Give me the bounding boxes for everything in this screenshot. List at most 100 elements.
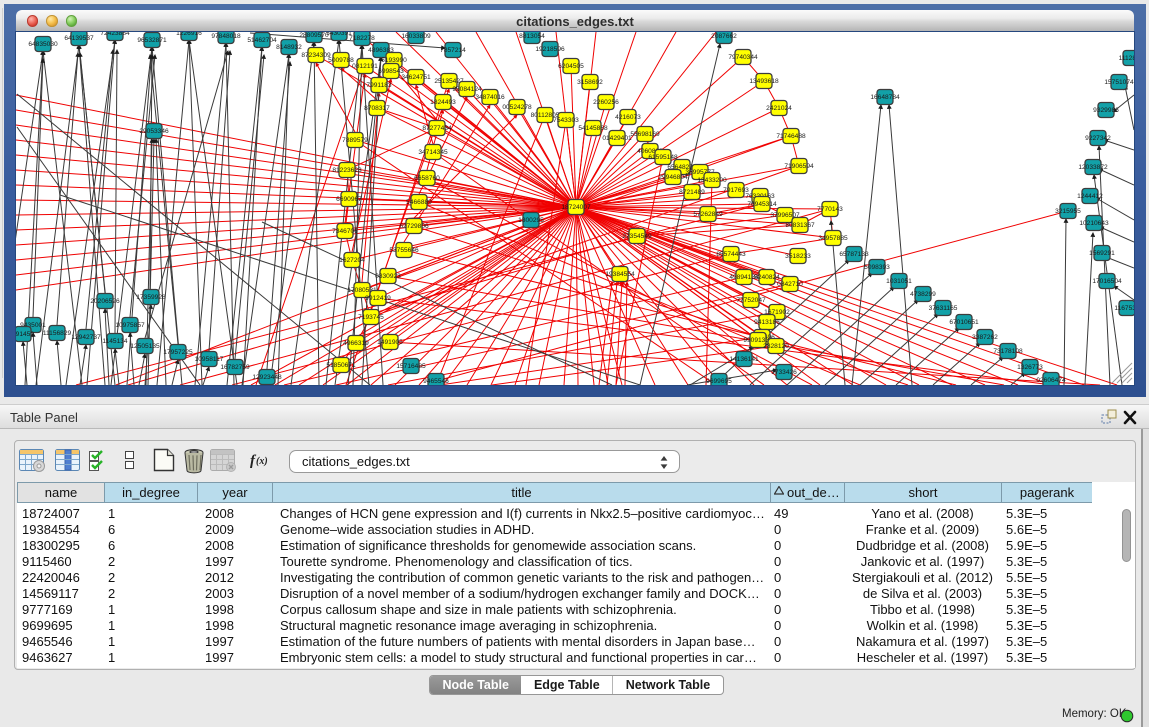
svg-text:9227342: 9227342 <box>1085 135 1111 142</box>
svg-text:96532871: 96532871 <box>137 37 167 44</box>
svg-text:27354549: 27354549 <box>622 233 652 240</box>
svg-text:2421024: 2421024 <box>766 105 792 112</box>
svg-text:73178108: 73178108 <box>993 348 1023 355</box>
svg-text:34874016: 34874016 <box>475 94 505 101</box>
svg-text:891459: 891459 <box>16 331 34 338</box>
svg-text:15716485: 15716485 <box>396 363 426 370</box>
svg-text:62729806: 62729806 <box>399 223 429 230</box>
svg-text:8148932: 8148932 <box>276 44 302 51</box>
svg-text:53755646: 53755646 <box>389 247 419 254</box>
svg-text:16782759: 16782759 <box>220 364 250 371</box>
svg-text:13493618: 13493618 <box>749 78 779 85</box>
svg-text:7182278: 7182278 <box>349 35 375 42</box>
svg-text:55698169: 55698169 <box>630 131 660 138</box>
svg-text:76945314: 76945314 <box>747 201 777 208</box>
svg-text:1627204: 1627204 <box>339 257 365 264</box>
svg-text:4216073: 4216073 <box>615 114 641 121</box>
svg-text:61595148: 61595148 <box>648 154 678 161</box>
svg-text:7770143: 7770143 <box>817 206 843 213</box>
svg-text:7543303: 7543303 <box>553 117 579 124</box>
svg-text:0330923: 0330923 <box>375 273 401 280</box>
svg-text:0812191: 0812191 <box>352 63 378 70</box>
svg-text:65787133: 65787133 <box>839 251 869 258</box>
svg-text:8813054: 8813054 <box>519 33 545 40</box>
svg-text:9912419: 9912419 <box>365 295 391 302</box>
svg-text:6658760: 6658760 <box>414 175 440 182</box>
svg-text:29946804: 29946804 <box>658 174 688 181</box>
svg-text:16033809: 16033809 <box>401 33 431 40</box>
svg-text:64835030: 64835030 <box>28 41 58 48</box>
svg-text:5009788: 5009788 <box>328 57 354 64</box>
svg-text:6690967: 6690967 <box>336 196 362 203</box>
svg-text:14136141: 14136141 <box>729 356 759 363</box>
svg-text:54145868: 54145868 <box>578 125 608 132</box>
svg-text:7857214: 7857214 <box>440 47 466 54</box>
svg-text:7991183: 7991183 <box>366 82 392 89</box>
svg-text:1491905: 1491905 <box>377 339 403 346</box>
svg-text:1244412: 1244412 <box>1077 193 1103 200</box>
svg-text:1824493: 1824493 <box>430 99 456 106</box>
svg-text:12505135: 12505135 <box>130 343 160 350</box>
svg-text:2328120: 2328120 <box>763 343 789 350</box>
svg-text:15751074: 15751074 <box>1104 79 1134 86</box>
svg-text:19218596: 19218596 <box>535 46 565 53</box>
svg-text:1326773: 1326773 <box>1017 364 1043 371</box>
svg-text:6204505: 6204505 <box>558 63 584 70</box>
svg-text:2260256: 2260256 <box>593 99 619 106</box>
svg-text:10958117: 10958117 <box>195 356 224 363</box>
svg-text:1226916: 1226916 <box>176 32 202 37</box>
svg-text:10975857: 10975857 <box>115 322 145 329</box>
svg-text:4966319: 4966319 <box>343 340 369 347</box>
svg-text:1733426: 1733426 <box>771 369 797 376</box>
svg-text:02606474: 02606474 <box>1036 377 1066 384</box>
svg-text:67010651: 67010651 <box>949 319 979 326</box>
svg-text:1300295: 1300295 <box>518 217 544 224</box>
svg-text:5466889: 5466889 <box>406 199 432 206</box>
svg-text:3518233: 3518233 <box>785 253 811 260</box>
svg-text:5098393: 5098393 <box>864 264 890 271</box>
svg-text:6998543: 6998543 <box>378 68 404 75</box>
svg-text:87234309: 87234309 <box>301 52 331 59</box>
svg-text:72423884: 72423884 <box>100 32 130 37</box>
svg-text:16648784: 16648784 <box>870 94 900 101</box>
svg-text:3215955: 3215955 <box>1055 208 1081 215</box>
svg-text:77752047: 77752047 <box>736 297 766 304</box>
svg-text:8721489: 8721489 <box>679 189 705 196</box>
svg-text:9413186: 9413186 <box>754 319 780 326</box>
svg-text:85574443: 85574443 <box>716 251 746 258</box>
svg-text:28809570: 28809570 <box>299 32 329 39</box>
svg-text:1167533: 1167533 <box>1114 305 1134 312</box>
svg-text:12942737: 12942737 <box>71 334 101 341</box>
svg-text:3387262: 3387262 <box>972 334 998 341</box>
svg-text:87277434: 87277434 <box>422 125 452 132</box>
svg-text:10210643: 10210643 <box>1079 220 1109 227</box>
svg-text:29053346: 29053346 <box>139 128 169 135</box>
svg-text:97848018: 97848018 <box>211 33 241 40</box>
svg-text:7889579: 7889579 <box>342 137 368 144</box>
svg-text:1569291: 1569291 <box>1089 250 1115 257</box>
svg-text:71906594: 71906594 <box>784 163 814 170</box>
svg-text:79740344: 79740344 <box>728 54 758 61</box>
svg-text:34957885: 34957885 <box>818 235 848 242</box>
svg-text:12923448: 12923448 <box>252 374 282 381</box>
svg-text:98084124: 98084124 <box>452 86 482 93</box>
svg-text:2087662: 2087662 <box>711 33 737 40</box>
svg-text:4738299: 4738299 <box>910 291 936 298</box>
svg-text:00524278: 00524278 <box>502 104 532 111</box>
svg-text:51850671: 51850671 <box>326 362 356 369</box>
svg-text:11156829: 11156829 <box>43 330 72 337</box>
svg-text:(x): (x) <box>256 456 268 467</box>
svg-text:12033872: 12033872 <box>1078 164 1108 171</box>
svg-text:18724007: 18724007 <box>561 204 591 211</box>
svg-text:5240824: 5240824 <box>754 274 780 281</box>
svg-text:01429401: 01429401 <box>602 135 632 142</box>
svg-text:9329986: 9329986 <box>1093 107 1119 114</box>
svg-text:7346706: 7346706 <box>332 228 358 235</box>
svg-text:34714345: 34714345 <box>418 149 448 156</box>
svg-text:9699695: 9699695 <box>706 378 732 385</box>
svg-text:19384554: 19384554 <box>605 271 635 278</box>
svg-text:9465546: 9465546 <box>423 378 449 385</box>
svg-text:71746488: 71746488 <box>776 133 806 140</box>
svg-text:8708317: 8708317 <box>364 105 390 112</box>
svg-text:20206526: 20206526 <box>90 298 120 305</box>
